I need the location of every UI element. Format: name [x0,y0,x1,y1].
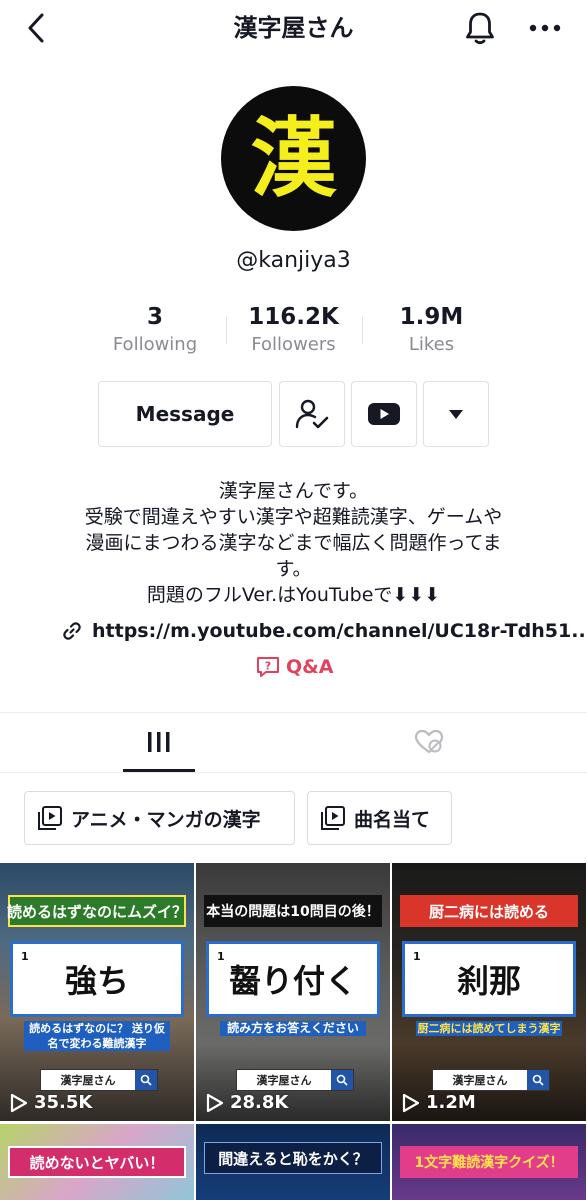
video-search-bar: 漢字屋さん [432,1069,550,1091]
search-query: 漢字屋さん [60,1074,116,1087]
play-icon [10,1093,28,1112]
stat-following[interactable]: 3 Following [86,302,224,358]
following-count: 3 [146,304,163,330]
followers-count: 116.2K [248,304,339,330]
video-subtitle: 読めるはずなのに？ 送り仮名で変わる難読漢字 [24,1021,170,1051]
notification-button[interactable] [460,10,500,46]
video-banner: 1文字難読漢字クイズ！ [400,1146,578,1178]
profile-bio: 漢字屋さんです。 受験で間違えやすい漢字や超難読漢字、ゲームや 漫画にまつわる漢… [40,478,547,608]
video-banner: 間違えると恥をかく？ [204,1142,382,1174]
video-thumbnail[interactable]: 読めるはずなのにムズイ？ 1 強ち 読めるはずなのに？ 送り仮名で変わる難読漢字… [0,863,194,1121]
more-horizontal-icon [529,24,561,32]
message-label: Message [135,402,235,426]
video-thumbnail[interactable]: 厨二病には読める 1 刹那 厨二病には読めてしまう漢字 漢字屋さん 1.2M [392,863,586,1121]
message-button[interactable]: Message [98,381,272,447]
followers-label: Followers [251,334,336,355]
search-icon [135,1070,157,1090]
video-thumbnail[interactable]: 本当の問題は10問目の後！ 1 齧り付く 読み方をお答えください 漢字屋さん 2… [196,863,390,1121]
bell-icon [466,12,494,45]
video-banner: 読めないとヤバい！ [8,1146,186,1178]
view-count-value: 28.8K [230,1092,289,1113]
playlist-label: 曲名当て [354,808,431,831]
search-query: 漢字屋さん [256,1074,312,1087]
following-label: Following [112,334,198,355]
following-status-button[interactable] [279,381,345,447]
divider [0,772,587,773]
svg-text:?: ? [265,660,271,673]
playlist-label: アニメ・マンガの漢字 [71,808,261,831]
video-banner: 読めるはずなのにムズイ？ [7,895,187,927]
kanji-word: 刹那 [456,962,521,1000]
link-icon [63,622,81,640]
playlist-anime-manga[interactable]: アニメ・マンガの漢字 [24,791,295,845]
video-subtitle: 厨二病には読めてしまう漢字 [416,1021,562,1036]
username-handle: @kanjiya3 [236,248,351,273]
play-icon [206,1093,224,1112]
bio-line: 漢字屋さんです。 [218,480,369,502]
tab-liked-videos[interactable] [370,713,488,771]
video-thumbnail[interactable]: 読めないとヤバい！ [0,1124,194,1200]
bio-line: す。 [275,558,312,580]
view-count: 35.5K [10,1092,92,1113]
video-card: 1 齧り付く [206,941,380,1017]
video-card: 1 強ち [10,941,184,1017]
video-search-bar: 漢字屋さん [40,1069,158,1091]
search-icon [527,1070,549,1090]
user-check-icon [295,399,329,429]
youtube-button[interactable] [351,381,417,447]
tab-videos[interactable] [100,713,218,771]
bio-line: 問題のフルVer.はYouTubeで⬇⬇⬇ [146,584,441,606]
qa-button[interactable]: ? Q&A [256,656,333,678]
video-subtitle: 読み方をお答えください [220,1021,366,1036]
kanji-word: 齧り付く [228,962,357,1000]
avatar-glyph: 漢 [250,107,337,209]
video-thumbnail[interactable]: 1文字難読漢字クイズ！ [392,1124,586,1200]
profile-stats: 3 Following 116.2K Followers 1.9M Likes [86,302,501,362]
suggested-accounts-dropdown[interactable] [423,381,489,447]
qa-label: Q&A [286,656,334,678]
question-number: 1 [217,950,225,963]
playlist-song-titles[interactable]: 曲名当て [307,791,452,845]
youtube-icon [368,403,400,425]
video-card: 1 刹那 [402,941,576,1017]
divider [0,712,587,713]
link-url: https://m.youtube.com/channel/UC18r-Tdh5… [92,620,587,642]
video-thumbnail[interactable]: 間違えると恥をかく？ [196,1124,390,1200]
profile-link[interactable]: https://m.youtube.com/channel/UC18r-Tdh5… [62,620,587,642]
top-bar: 漢字屋さん [0,0,587,56]
grid-icon [148,732,170,752]
caret-down-icon [449,409,463,419]
search-icon [331,1070,353,1090]
kanji-word: 強ち [64,962,129,1000]
video-banner: 厨二病には読める [400,895,578,927]
question-number: 1 [413,950,421,963]
stat-likes[interactable]: 1.9M Likes [362,302,501,358]
view-count-value: 1.2M [426,1092,476,1113]
more-options-button[interactable] [525,10,565,46]
likes-count: 1.9M [399,304,464,330]
hidden-heart-icon [414,729,444,754]
avatar[interactable]: 漢 [221,86,366,231]
search-query: 漢字屋さん [452,1074,508,1087]
playlist-icon [38,806,62,830]
view-count-value: 35.5K [34,1092,93,1113]
stat-followers[interactable]: 116.2K Followers [226,302,361,358]
play-icon [402,1093,420,1112]
question-bubble-icon: ? [257,657,279,677]
bio-line: 漫画にまつわる漢字などまで幅広く問題作ってま [85,532,502,554]
bio-line: 受験で間違えやすい漢字や超難読漢字、ゲームや [84,506,503,528]
view-count: 28.8K [206,1092,288,1113]
playlist-icon [321,806,345,830]
question-number: 1 [21,950,29,963]
view-count: 1.2M [402,1092,476,1113]
likes-label: Likes [408,334,455,355]
video-banner: 本当の問題は10問目の後！ [204,895,382,927]
video-search-bar: 漢字屋さん [236,1069,354,1091]
